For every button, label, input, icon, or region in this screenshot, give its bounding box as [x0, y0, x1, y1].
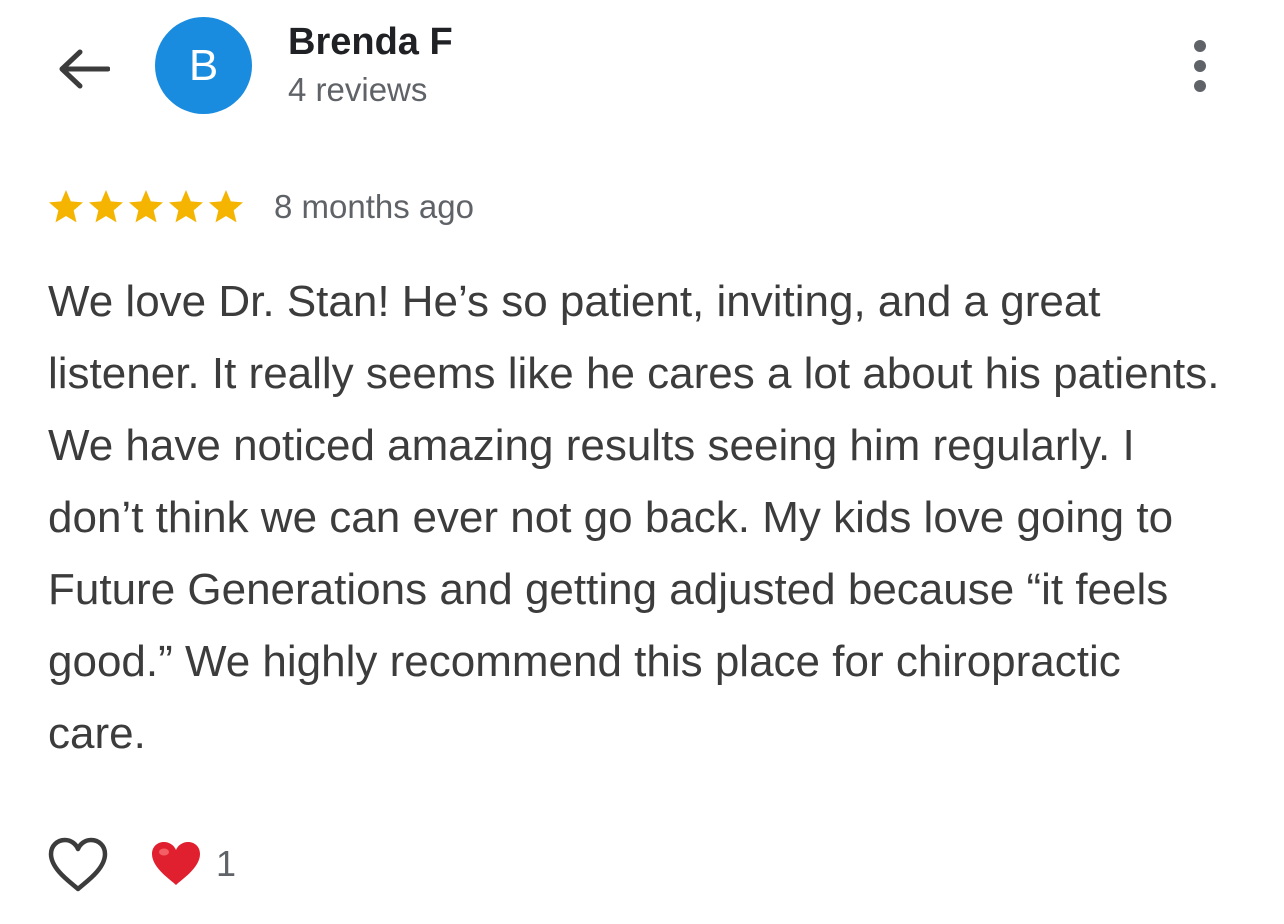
star-icon [89, 190, 123, 223]
heart-outline-icon [48, 837, 108, 892]
reviewer-name[interactable]: Brenda F [288, 20, 453, 64]
arrow-back-icon [59, 49, 110, 89]
star-icon [49, 190, 83, 223]
red-heart-icon [152, 842, 200, 885]
review-text: We love Dr. Stan! He’s so patient, invit… [48, 277, 1220, 758]
like-button[interactable] [44, 834, 112, 896]
star-icon [209, 190, 243, 223]
avatar-letter: B [188, 40, 219, 90]
star-rating [46, 187, 246, 227]
back-button[interactable] [52, 38, 114, 100]
reaction-summary[interactable]: 1 [150, 836, 236, 892]
more-options-button[interactable] [1176, 36, 1224, 96]
reviewer-review-count: 4 reviews [288, 71, 428, 108]
more-vert-icon [1194, 40, 1206, 52]
more-vert-icon-dot [1194, 60, 1206, 72]
star-icon [169, 190, 203, 223]
reaction-count: 1 [216, 843, 237, 884]
star-icon [129, 190, 163, 223]
more-vert-icon-dot [1194, 80, 1206, 92]
avatar[interactable]: B [155, 17, 252, 114]
rating-row: 8 months ago [46, 184, 474, 230]
review-time: 8 months ago [274, 188, 474, 225]
